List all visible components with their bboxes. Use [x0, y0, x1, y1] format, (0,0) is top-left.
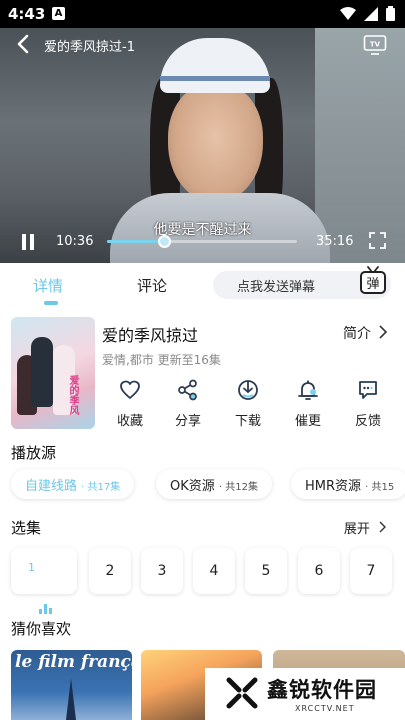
intro-label: 简介 [343, 326, 371, 342]
episodes-title: 选集 [11, 519, 42, 537]
progress-played [107, 240, 164, 243]
source-count: · 共12集 [218, 482, 258, 493]
danmu-placeholder: 点我发送弹幕 [237, 280, 316, 295]
status-time: 4:43 [8, 5, 46, 23]
progress-handle[interactable] [158, 235, 171, 248]
watermark-logo-icon [226, 677, 258, 709]
show-poster[interactable]: 爱的季风 [11, 317, 95, 429]
back-arrow-icon[interactable] [14, 33, 34, 55]
progress-track[interactable] [107, 235, 297, 248]
favorite-button[interactable]: 收藏 [104, 379, 156, 429]
recommend-title: 猜你喜欢 [11, 620, 72, 638]
wifi-icon [340, 6, 356, 20]
sources-title: 播放源 [11, 444, 57, 462]
system-icons [340, 6, 395, 21]
feedback-button[interactable]: 反馈 [342, 379, 394, 429]
episode-item-4[interactable]: 4 [193, 548, 235, 594]
feedback-icon [359, 381, 377, 399]
danmu-toggle-icon[interactable]: 弹 [359, 265, 387, 295]
tab-active-indicator [44, 301, 58, 305]
watermark-name: 鑫锐软件园 [267, 678, 377, 702]
download-label: 下载 [234, 414, 261, 429]
detail-tabs: 详情 评论 点我发送弹幕 弹 [0, 263, 405, 311]
source-count: · 共17集 [81, 482, 121, 493]
share-label: 分享 [174, 414, 201, 429]
poster-title: 爱的季风 [67, 375, 78, 415]
urge-update-button[interactable]: 催更 [282, 379, 334, 429]
svg-text:弹: 弹 [366, 277, 379, 292]
site-watermark: 鑫锐软件园 XRCCTV.NET [205, 668, 405, 720]
recommend-card[interactable]: le film français [11, 650, 132, 720]
poster-detail [31, 337, 53, 407]
playing-bars-icon [39, 568, 54, 614]
signal-icon [364, 6, 378, 21]
intro-button[interactable]: 简介 [343, 323, 371, 343]
episode-item-3[interactable]: 3 [141, 548, 183, 594]
source-chip-2[interactable]: HMR资源 · 共15 [291, 469, 405, 499]
episode-number: 1 [28, 561, 35, 574]
watermark-url: XRCCTV.NET [295, 704, 355, 713]
pause-icon[interactable] [20, 234, 36, 250]
fullscreen-icon[interactable] [369, 232, 386, 249]
video-title: 爱的季风掠过-1 [44, 40, 135, 55]
share-icon [178, 379, 197, 401]
episode-list: 1 2 3 4 5 6 7 [11, 548, 405, 614]
total-duration: 35:16 [316, 234, 354, 249]
feedback-label: 反馈 [354, 414, 381, 429]
poster-detail [66, 678, 76, 720]
episode-item-5[interactable]: 5 [245, 548, 287, 594]
chevron-right-icon [379, 521, 386, 533]
favorite-label: 收藏 [116, 414, 143, 429]
player-controls: 10:36 35:16 [0, 228, 405, 258]
source-name: HMR资源 [305, 479, 362, 494]
urge-update-label: 催更 [294, 414, 321, 429]
download-button[interactable]: 下载 [222, 379, 274, 429]
danmu-input[interactable]: 点我发送弹幕 弹 [213, 266, 391, 299]
tab-comment[interactable]: 评论 [137, 275, 167, 296]
battery-icon [386, 6, 395, 21]
episode-item-7[interactable]: 7 [350, 548, 392, 594]
chevron-right-icon[interactable] [378, 324, 388, 340]
show-meta: 爱情,都市 更新至16集 [102, 353, 221, 367]
player-top-bar: 爱的季风掠过-1 TV [0, 28, 405, 62]
heart-icon [120, 380, 140, 399]
notification-a-icon: A [52, 7, 65, 20]
action-bar: 收藏 分享 下载 催更 反馈 [102, 379, 397, 429]
show-title: 爱的季风掠过 [102, 326, 199, 345]
current-time: 10:36 [56, 234, 94, 249]
episode-item-1[interactable]: 1 [11, 548, 77, 614]
video-frame-detail [160, 76, 270, 81]
source-chip-0[interactable]: 自建线路 · 共17集 [11, 469, 135, 499]
expand-button[interactable]: 展开 [344, 518, 387, 537]
video-frame-detail [168, 83, 263, 203]
source-name: 自建线路 [25, 479, 78, 494]
tab-detail[interactable]: 详情 [33, 275, 63, 296]
source-chip-1[interactable]: OK资源 · 共12集 [156, 469, 272, 499]
source-list: 自建线路 · 共17集 OK资源 · 共12集 HMR资源 · 共15 [11, 469, 405, 499]
svg-text:TV: TV [370, 41, 381, 49]
cast-tv-icon[interactable]: TV [363, 33, 387, 55]
status-bar: 4:43 A [0, 0, 405, 28]
download-icon [238, 380, 258, 400]
source-name: OK资源 [170, 479, 215, 494]
recommend-card-title: le film français [15, 652, 132, 672]
expand-label: 展开 [343, 522, 370, 537]
source-count: · 共15 [365, 482, 395, 493]
share-button[interactable]: 分享 [162, 379, 214, 429]
video-player[interactable]: 爱的季风掠过-1 TV 他要是不醒过来 10:36 35:16 [0, 28, 405, 263]
bell-icon [298, 380, 318, 400]
episode-item-6[interactable]: 6 [298, 548, 340, 594]
episode-item-2[interactable]: 2 [89, 548, 131, 594]
